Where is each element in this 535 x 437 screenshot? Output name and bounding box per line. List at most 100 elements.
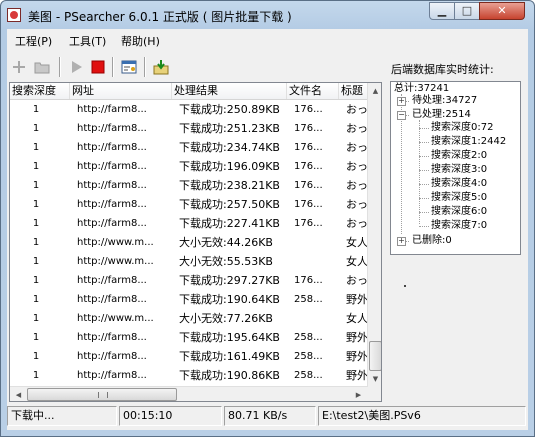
tree-line <box>419 170 429 171</box>
cell-result: 下载成功:195.64KB <box>179 331 280 344</box>
tree-node-depth[interactable]: 搜索深度5:0 <box>431 192 487 204</box>
add-button[interactable] <box>8 56 30 78</box>
table-row[interactable]: 1 http://farm8... 下载成功:297.27KB 176... おっ <box>10 271 381 290</box>
stats-tree[interactable]: 总计:37241 + 待处理:34727 − 已处理:2514 搜索深度0:72… <box>390 81 521 255</box>
column-header-depth[interactable]: 搜索深度 <box>10 83 70 99</box>
tree-node-processed[interactable]: 已处理:2514 <box>412 109 471 121</box>
column-header-filename[interactable]: 文件名 <box>287 83 339 99</box>
menu-tools[interactable]: 工具(T) <box>69 33 106 49</box>
export-button[interactable] <box>150 56 172 78</box>
app-icon[interactable] <box>7 8 21 22</box>
status-state: 下载中... <box>7 406 117 426</box>
maximize-button[interactable]: □ <box>454 2 480 20</box>
cell-filename: 258... <box>294 370 323 381</box>
table-row[interactable]: 1 http://farm8... 下载成功:250.89KB 176... おっ <box>10 100 381 119</box>
menu-project[interactable]: 工程(P) <box>15 33 52 49</box>
table-row[interactable]: 1 http://farm8... 下载成功:196.09KB 176... おっ <box>10 157 381 176</box>
cell-filename: 176... <box>294 180 323 191</box>
scroll-left-arrow-icon[interactable]: ◀ <box>11 387 26 401</box>
cell-url: http://farm8... <box>77 294 147 305</box>
cell-depth: 1 <box>32 142 40 153</box>
cell-url: http://www.m... <box>77 237 154 248</box>
table-row[interactable]: 1 http://farm8... 下载成功:257.50KB 176... おっ <box>10 195 381 214</box>
stop-button[interactable] <box>87 56 109 78</box>
table-row[interactable]: 1 http://farm8... 下载成功:227.41KB 176... おっ <box>10 214 381 233</box>
menu-help[interactable]: 帮助(H) <box>121 33 160 49</box>
table-row[interactable]: 1 http://farm8... 下载成功:190.64KB 258... 野外 <box>10 290 381 309</box>
cell-result: 下载成功:251.23KB <box>179 122 280 135</box>
cell-result: 下载成功:196.09KB <box>179 160 280 173</box>
table-row[interactable]: 1 http://farm8... 下载成功:251.23KB 176... おっ <box>10 119 381 138</box>
tree-node-pending[interactable]: 待处理:34727 <box>412 95 477 107</box>
cell-depth: 1 <box>32 123 40 134</box>
tree-node-depth[interactable]: 搜索深度7:0 <box>431 220 487 232</box>
status-speed: 80.71 KB/s <box>224 406 316 426</box>
results-list[interactable]: 搜索深度 网址 处理结果 文件名 标题 1 http://farm8... 下载成功… <box>9 82 382 402</box>
table-row[interactable]: 1 http://www.m... 大小无效:77.26KB 女人 <box>10 309 381 328</box>
scroll-up-arrow-icon[interactable]: ▲ <box>368 83 381 99</box>
collapse-processed-icon[interactable]: − <box>397 111 406 120</box>
expand-pending-icon[interactable]: + <box>397 97 406 106</box>
cell-url: http://farm8... <box>77 351 147 362</box>
tree-node-total[interactable]: 总计:37241 <box>394 83 449 95</box>
minimize-button[interactable]: ▁ <box>429 2 455 20</box>
cell-result: 大小无效:44.26KB <box>179 236 273 249</box>
cell-filename <box>294 309 344 328</box>
tree-node-depth[interactable]: 搜索深度3:0 <box>431 164 487 176</box>
horizontal-scrollbar[interactable]: ◀ ▶ <box>10 386 367 401</box>
cell-filename: 176... <box>294 199 323 210</box>
cell-url: http://farm8... <box>77 199 147 210</box>
cell-filename: 258... <box>294 351 323 362</box>
horizontal-scroll-thumb[interactable] <box>27 388 177 401</box>
start-button[interactable] <box>65 56 87 78</box>
table-row[interactable]: 1 http://farm8... 下载成功:190.86KB 258... 野外 <box>10 366 381 385</box>
cell-url: http://farm8... <box>77 104 147 115</box>
title-bar[interactable]: 美图 - PSearcher 6.0.1 正式版 ( 图片批量下载 ) ▁ □ … <box>1 1 534 29</box>
vertical-scroll-thumb[interactable] <box>369 341 381 371</box>
cell-depth: 1 <box>32 199 40 210</box>
table-row[interactable]: 1 http://farm8... 下载成功:234.74KB 176... おっ <box>10 138 381 157</box>
table-row[interactable]: 1 http://farm8... 下载成功:238.21KB 176... おっ <box>10 176 381 195</box>
folder-icon <box>34 62 50 74</box>
table-row[interactable]: 1 http://farm8... 下载成功:195.64KB 258... 野外 <box>10 328 381 347</box>
cell-result: 下载成功:250.89KB <box>179 103 280 116</box>
expand-deleted-icon[interactable]: + <box>397 237 406 246</box>
table-row[interactable]: 1 http://farm8... 下载成功:161.49KB 258... 野外 <box>10 347 381 366</box>
table-row[interactable]: 1 http://www.m... 大小无效:44.26KB 女人 <box>10 233 381 252</box>
cell-filename: 176... <box>294 123 323 134</box>
minimize-icon: ▁ <box>437 4 447 17</box>
open-folder-button[interactable] <box>31 56 53 78</box>
tree-line <box>419 198 429 199</box>
cell-url: http://farm8... <box>77 218 147 229</box>
scroll-right-arrow-icon[interactable]: ▶ <box>351 387 366 401</box>
cell-result: 大小无效:55.53KB <box>179 255 273 268</box>
cell-result: 下载成功:238.21KB <box>179 179 280 192</box>
cell-filename: 258... <box>294 294 323 305</box>
grip-icon <box>98 392 108 398</box>
cell-depth: 1 <box>32 294 40 305</box>
table-row[interactable]: 1 http://www.m... 大小无效:55.53KB 女人 <box>10 252 381 271</box>
tree-node-deleted[interactable]: 已删除:0 <box>412 235 452 247</box>
vertical-scrollbar[interactable]: ▲ ▼ <box>367 83 381 387</box>
tree-node-depth[interactable]: 搜索深度1:2442 <box>431 136 506 148</box>
tree-node-depth[interactable]: 搜索深度6:0 <box>431 206 487 218</box>
cell-filename: 176... <box>294 104 323 115</box>
tree-line <box>419 226 429 227</box>
tree-node-depth[interactable]: 搜索深度4:0 <box>431 178 487 190</box>
close-button[interactable]: ✕ <box>479 2 525 20</box>
tree-node-depth[interactable]: 搜索深度2:0 <box>431 150 487 162</box>
cell-result: 下载成功:227.41KB <box>179 217 280 230</box>
cell-url: http://farm8... <box>77 275 147 286</box>
column-header-result[interactable]: 处理结果 <box>172 83 287 99</box>
column-header-url[interactable]: 网址 <box>70 83 172 99</box>
scrollbar-corner <box>367 387 381 401</box>
scroll-down-arrow-icon[interactable]: ▼ <box>368 371 381 387</box>
toolbar-separator <box>144 57 146 77</box>
properties-button[interactable] <box>118 56 140 78</box>
cell-result: 下载成功:257.50KB <box>179 198 280 211</box>
cell-filename: 176... <box>294 218 323 229</box>
cell-depth: 1 <box>32 370 40 381</box>
tree-node-depth[interactable]: 搜索深度0:72 <box>431 122 493 134</box>
stop-icon <box>91 60 105 74</box>
toolbar-separator <box>112 57 114 77</box>
